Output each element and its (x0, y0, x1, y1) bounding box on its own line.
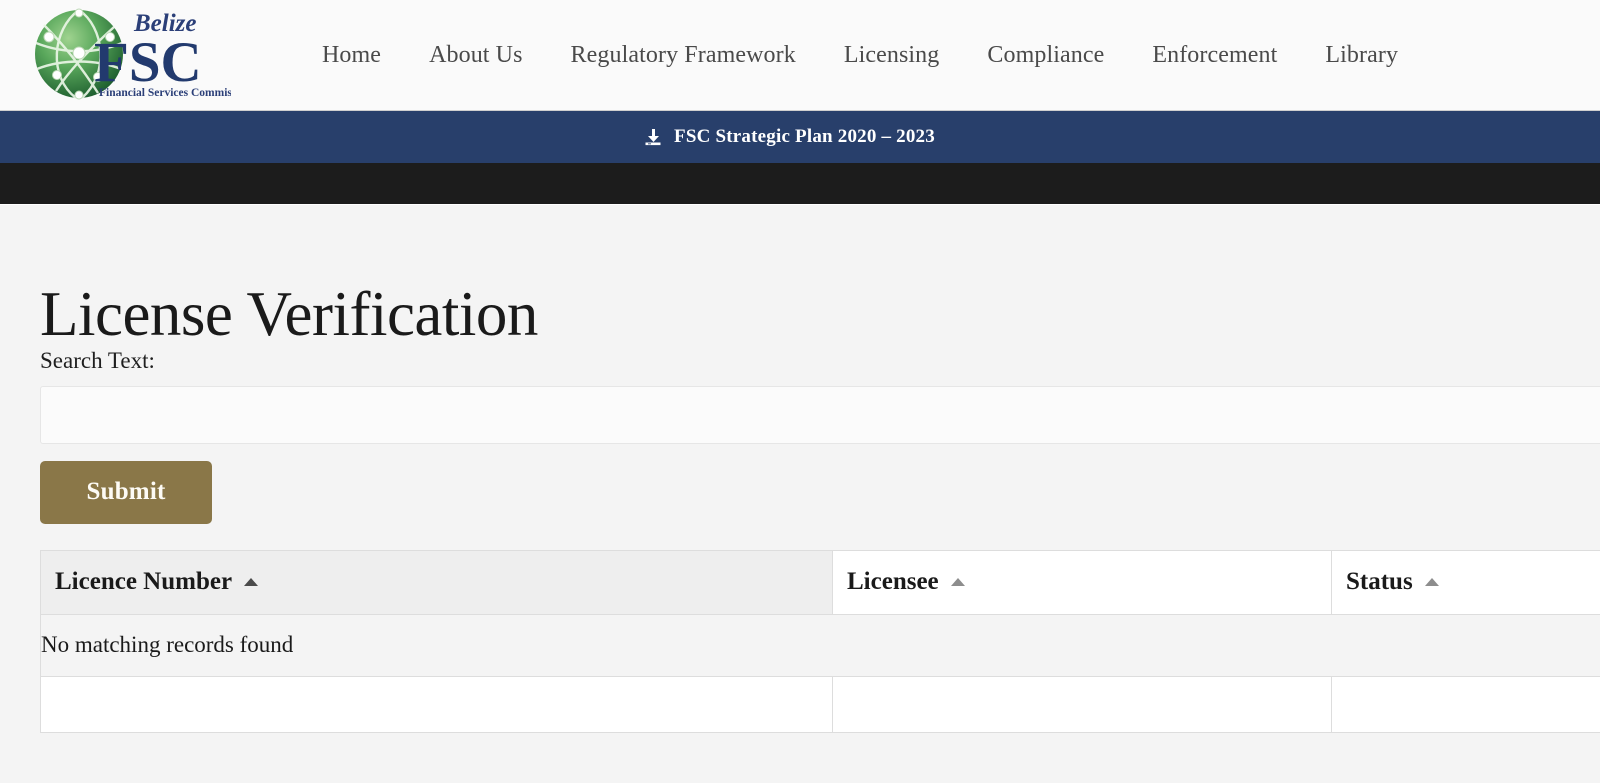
submit-button[interactable]: Submit (40, 460, 212, 524)
site-logo[interactable]: Belize FSC Financial Services Commission (26, 7, 236, 103)
nav-home[interactable]: Home (298, 41, 405, 70)
svg-text:Financial Services Commission: Financial Services Commission (99, 87, 231, 99)
strategic-plan-link[interactable]: FSC Strategic Plan 2020 – 2023 (643, 126, 935, 148)
strategic-plan-bar: FSC Strategic Plan 2020 – 2023 (0, 110, 1600, 163)
site-header: Belize FSC Financial Services Commission… (0, 0, 1600, 110)
sort-ascending-icon (950, 578, 965, 587)
footer-cell-licensee (832, 675, 1332, 733)
footer-cell-licence-number (40, 675, 833, 733)
page-title: License Verification (40, 279, 538, 349)
nav-compliance[interactable]: Compliance (963, 41, 1128, 70)
table-empty-row: No matching records found (40, 613, 1600, 677)
search-input[interactable] (40, 385, 1600, 444)
table-header-row: Licence Number Licensee Status (40, 549, 1600, 615)
no-records-message: No matching records found (40, 613, 1600, 677)
col-status[interactable]: Status (1331, 549, 1600, 615)
download-icon (645, 129, 661, 146)
footer-cell-status (1331, 675, 1600, 733)
table-foot (40, 675, 1600, 733)
globe-network-icon: Belize FSC Financial Services Commission (35, 8, 231, 100)
nav-regulatory-framework[interactable]: Regulatory Framework (547, 41, 820, 70)
table-footer-row (40, 675, 1600, 733)
search-text-label: Search Text: (40, 348, 155, 374)
table-body: No matching records found (40, 613, 1600, 677)
sort-ascending-icon (244, 578, 259, 587)
main-navigation: Home About Us Regulatory Framework Licen… (298, 41, 1422, 70)
col-status-label: Status (1346, 568, 1413, 596)
col-licensee-label: Licensee (847, 568, 939, 596)
license-results-table-wrapper: Licence Number Licensee Status No matchi… (40, 549, 1600, 733)
col-licence-number-label: Licence Number (55, 568, 233, 596)
nav-licensing[interactable]: Licensing (820, 41, 964, 70)
table-head: Licence Number Licensee Status (40, 549, 1600, 615)
main-content: License Verification Search Text: Submit… (0, 205, 1600, 783)
col-licence-number[interactable]: Licence Number (40, 549, 833, 615)
strategic-plan-label: FSC Strategic Plan 2020 – 2023 (674, 126, 935, 147)
nav-about-us[interactable]: About Us (405, 41, 546, 70)
secondary-dark-bar (0, 163, 1600, 205)
svg-text:FSC: FSC (94, 31, 202, 94)
nav-enforcement[interactable]: Enforcement (1128, 41, 1301, 70)
col-licensee[interactable]: Licensee (832, 549, 1332, 615)
license-results-table: Licence Number Licensee Status No matchi… (40, 549, 1600, 733)
nav-library[interactable]: Library (1301, 41, 1422, 70)
sort-ascending-icon (1424, 578, 1439, 587)
